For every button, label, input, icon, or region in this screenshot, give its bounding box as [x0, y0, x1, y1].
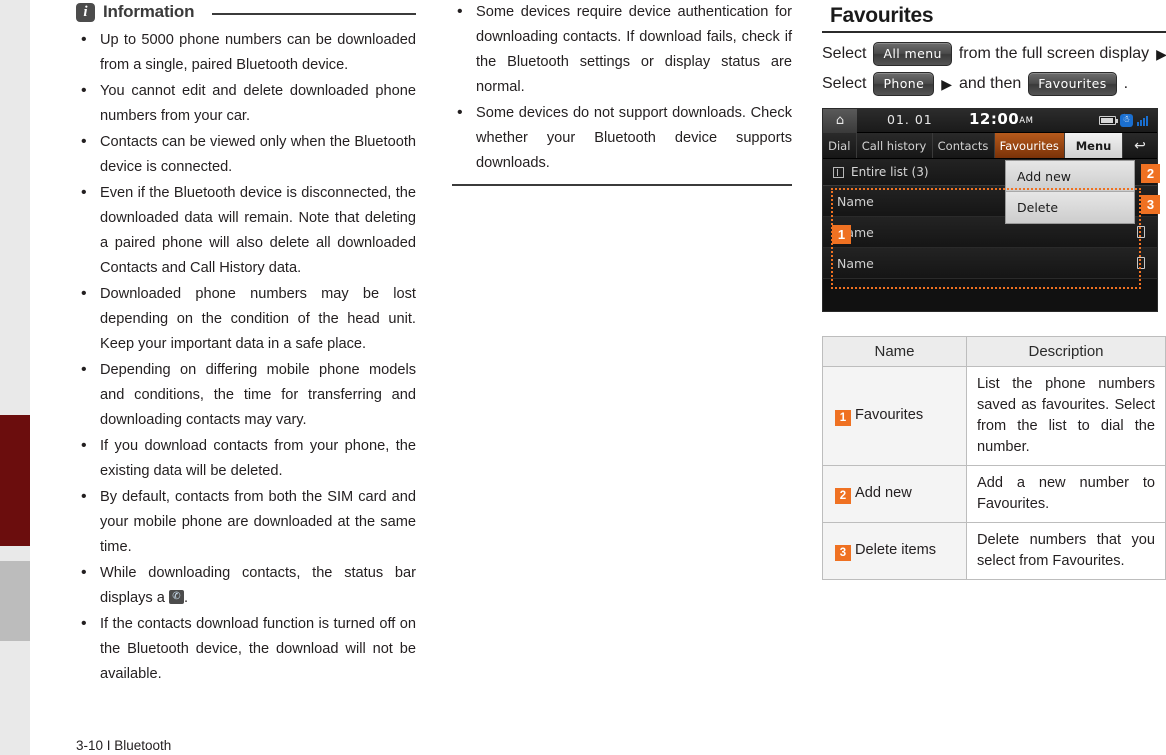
section-rule: [452, 184, 792, 186]
bluetooth-icon: ☃: [1120, 113, 1133, 127]
callout-badge-1: 1: [835, 409, 851, 426]
cell-name-label: Delete items: [855, 541, 937, 558]
chevron-right-icon: ▶: [941, 76, 952, 92]
list-item: You cannot edit and delete downloaded ph…: [76, 78, 416, 129]
entire-list-label: Entire list (3): [851, 165, 929, 179]
cell-description: Add a new number to Favourites.: [966, 465, 1166, 523]
description-table: Name Description 1 Favourites List the ph…: [822, 336, 1166, 580]
list-item: If the contacts download function is tur…: [76, 611, 416, 687]
table-header-row: Name Description: [822, 336, 1166, 367]
device-tab-bar: Dial Call history Contacts Favourites Me…: [823, 133, 1158, 159]
callout-badge-1: 1: [832, 225, 851, 244]
menu-dropdown: Add new Delete: [1005, 160, 1135, 224]
list-item: By default, contacts from both the SIM c…: [76, 484, 416, 560]
right-column: Favourites Select All menu from the full…: [822, 0, 1166, 580]
step1-prefix: Select: [822, 45, 867, 62]
cell-description: Delete numbers that you select from Favo…: [966, 522, 1166, 580]
info-icon: i: [76, 2, 95, 22]
menu-button[interactable]: Menu: [1065, 133, 1124, 158]
cell-name: 3 Delete items: [822, 522, 967, 580]
callout-badge-3: 3: [1141, 195, 1160, 214]
manual-page: i Information Up to 5000 phone numbers c…: [0, 0, 1166, 755]
back-icon[interactable]: ↩: [1123, 133, 1158, 158]
table-row: 1 Favourites List the phone numbers saved…: [822, 366, 1166, 466]
table-row: 3 Delete items Delete numbers that you se…: [822, 522, 1166, 580]
list-icon: [833, 166, 844, 178]
status-text-suffix: .: [183, 590, 189, 606]
home-icon[interactable]: ⌂: [823, 108, 857, 133]
mobile-phone-icon: [1137, 257, 1145, 269]
list-item[interactable]: Name: [823, 248, 1157, 279]
menu-item-delete[interactable]: Delete: [1006, 192, 1134, 223]
information-bullet-list: Up to 5000 phone numbers can be download…: [76, 27, 416, 687]
cell-name-label: Add new: [855, 484, 912, 501]
left-column: i Information Up to 5000 phone numbers c…: [76, 0, 416, 688]
page-footer: 3-10 I Bluetooth: [76, 738, 172, 753]
chevron-right-icon: ▶: [1156, 46, 1166, 62]
list-item-label: Name: [837, 255, 874, 271]
information-bullet-list-continued: Some devices require device authenticati…: [452, 0, 792, 176]
status-ampm: AM: [1019, 116, 1034, 126]
all-menu-button[interactable]: All menu: [873, 42, 952, 66]
step2-mid: and then: [958, 75, 1022, 92]
contacts-download-icon: ✆: [168, 590, 184, 604]
step2-prefix: Select: [822, 75, 867, 92]
step2-end: .: [1123, 75, 1129, 92]
middle-column: Some devices require device authenticati…: [452, 0, 792, 186]
callout-badge-2: 2: [835, 487, 851, 504]
column-header-name: Name: [822, 336, 967, 367]
step1-text: from the full screen display: [958, 45, 1150, 62]
status-text-prefix: While downloading contacts, the status b…: [100, 565, 416, 606]
signal-icon: [1137, 114, 1152, 126]
cell-name: 1 Favourites: [822, 366, 967, 466]
chapter-tab-red: [0, 415, 30, 546]
tab-favourites[interactable]: Favourites: [994, 133, 1066, 158]
tab-call-history[interactable]: Call history: [856, 133, 933, 158]
status-time: 12:00AM: [969, 110, 1033, 128]
tab-dial[interactable]: Dial: [823, 133, 857, 158]
information-title: Information: [103, 2, 195, 21]
cell-description: List the phone numbers saved as favourit…: [966, 366, 1166, 466]
list-item: If you download contacts from your phone…: [76, 433, 416, 484]
list-item: Even if the Bluetooth device is disconne…: [76, 180, 416, 281]
tab-contacts[interactable]: Contacts: [932, 133, 995, 158]
phone-button[interactable]: Phone: [873, 72, 935, 96]
list-item: Up to 5000 phone numbers can be download…: [76, 27, 416, 78]
device-screenshot: ⌂ 01. 01 12:00AM ☃ Dial Call history Con…: [822, 108, 1160, 312]
device-status-bar: ⌂ 01. 01 12:00AM ☃: [823, 108, 1157, 133]
information-heading: i Information: [76, 2, 416, 22]
mobile-phone-icon: [1137, 226, 1145, 238]
cell-name-label: Favourites: [855, 406, 924, 423]
favourites-button[interactable]: Favourites: [1028, 72, 1117, 96]
column-header-description: Description: [966, 336, 1166, 367]
list-item: Depending on differing mobile phone mode…: [76, 357, 416, 433]
chapter-tab-gray: [0, 561, 30, 641]
navigation-steps: Select All menu from the full screen dis…: [822, 39, 1166, 99]
page-edge-strip: [0, 0, 30, 755]
list-item: Some devices do not support downloads. C…: [452, 100, 792, 176]
list-item: Contacts can be viewed only when the Blu…: [76, 129, 416, 180]
list-item: Downloaded phone numbers may be lost dep…: [76, 281, 416, 357]
status-date: 01. 01: [887, 112, 933, 127]
menu-item-add-new[interactable]: Add new: [1006, 161, 1134, 192]
list-item-status-bar: While downloading contacts, the status b…: [76, 560, 416, 611]
list-item-label: Name: [837, 193, 874, 209]
nav-step-line-1: Select All menu from the full screen dis…: [822, 39, 1166, 69]
callout-badge-2: 2: [1141, 164, 1160, 183]
list-item: Some devices require device authenticati…: [452, 0, 792, 100]
status-icons: ☃: [1099, 113, 1152, 127]
battery-icon: [1099, 114, 1118, 126]
nav-step-line-2: Select Phone ▶ and then Favourites .: [822, 69, 1166, 99]
page-title: Favourites: [830, 4, 934, 27]
table-row: 2 Add new Add a new number to Favourites.: [822, 465, 1166, 523]
callout-badge-3: 3: [835, 544, 851, 561]
cell-name: 2 Add new: [822, 465, 967, 523]
title-rule: [822, 31, 1166, 33]
heading-rule: [212, 12, 416, 15]
status-time-value: 12:00: [969, 110, 1020, 128]
